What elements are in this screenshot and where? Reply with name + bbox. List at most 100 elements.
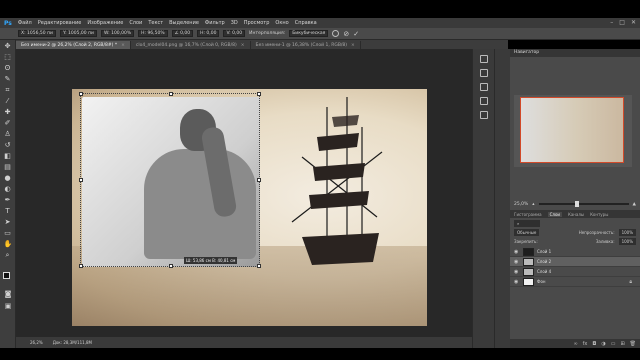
tab-document-3[interactable]: Без имени-1 @ 16,38% (Слой 1, RGB/8) × xyxy=(250,41,361,49)
warp-icon[interactable] xyxy=(332,30,340,37)
menu-image[interactable]: Изображение xyxy=(87,20,123,26)
minimize-icon[interactable]: – xyxy=(610,19,613,26)
layer-kind-filter[interactable]: ⌕ xyxy=(514,220,540,227)
menu-file[interactable]: Файл xyxy=(18,20,32,26)
opacity-field[interactable]: 100% xyxy=(618,229,636,236)
tab-channels[interactable]: Каналы xyxy=(568,212,584,217)
marquee-tool-icon[interactable]: ⬚ xyxy=(4,53,12,61)
height-field[interactable]: H: 96,50% xyxy=(138,30,168,37)
zoom-slider[interactable] xyxy=(538,201,629,207)
adjustment-layer-icon[interactable]: ◑ xyxy=(601,341,605,347)
close-tab-icon[interactable]: × xyxy=(121,43,125,48)
menu-text[interactable]: Текст xyxy=(148,20,163,26)
zoom-slider-knob[interactable] xyxy=(574,201,579,207)
commit-transform-icon[interactable]: ✓ xyxy=(353,30,359,38)
transform-handle[interactable] xyxy=(257,178,261,182)
adjustments-panel-icon[interactable] xyxy=(479,83,488,91)
transform-handle[interactable] xyxy=(79,178,83,182)
lasso-tool-icon[interactable]: ʘ xyxy=(4,64,12,72)
hand-tool-icon[interactable]: ✋ xyxy=(4,240,13,248)
history-panel-icon[interactable] xyxy=(479,55,488,63)
zoom-value[interactable]: 25,0% xyxy=(514,202,528,207)
menu-window[interactable]: Окно xyxy=(275,20,288,26)
menu-select[interactable]: Выделение xyxy=(169,20,199,26)
healing-tool-icon[interactable]: ✚ xyxy=(4,108,12,116)
eye-icon[interactable]: ◉ xyxy=(514,269,520,275)
styles-panel-icon[interactable] xyxy=(479,97,488,105)
new-layer-icon[interactable]: ⊞ xyxy=(620,341,624,347)
menu-filter[interactable]: Фильтр xyxy=(205,20,225,26)
close-tab-icon[interactable]: × xyxy=(241,43,245,48)
add-mask-icon[interactable]: ◘ xyxy=(592,341,596,347)
y-field[interactable]: Y: 1005,00 пи xyxy=(59,30,97,37)
layer-row[interactable]: ◉ Фон 🔒︎ xyxy=(510,277,640,287)
pen-tool-icon[interactable]: ✒ xyxy=(4,196,12,204)
move-tool-icon[interactable]: ✥ xyxy=(4,42,12,50)
transform-handle[interactable] xyxy=(257,92,261,96)
zoom-out-icon[interactable]: ▴ xyxy=(532,202,534,207)
type-tool-icon[interactable]: T xyxy=(4,207,12,215)
blur-tool-icon[interactable]: ● xyxy=(4,174,12,182)
menu-edit[interactable]: Редактирование xyxy=(38,20,82,26)
tab-document-2[interactable]: clo4_model04.png @ 16,7% (Слой 0, RGB/8)… xyxy=(130,41,251,49)
crop-tool-icon[interactable]: ⌗ xyxy=(4,86,12,94)
menu-help[interactable]: Справка xyxy=(295,20,317,26)
angle-field[interactable]: ∠ 0,00 xyxy=(171,30,194,37)
transform-handle[interactable] xyxy=(169,264,173,268)
dodge-tool-icon[interactable]: ◐ xyxy=(4,185,12,193)
tab-paths[interactable]: Контуры xyxy=(590,212,608,217)
interpolation-select[interactable]: Бикубическая xyxy=(289,30,329,37)
quick-mask-icon[interactable]: ◙ xyxy=(4,290,12,298)
layer-row-selected[interactable]: ◉ Слой 2 xyxy=(510,257,640,267)
zoom-tool-icon[interactable]: ⌕ xyxy=(4,251,12,259)
transform-handle[interactable] xyxy=(257,264,261,268)
gradient-tool-icon[interactable]: ▤ xyxy=(4,163,12,171)
fill-field[interactable]: 100% xyxy=(618,238,636,245)
stamp-tool-icon[interactable]: ♙ xyxy=(4,130,12,138)
properties-panel-icon[interactable] xyxy=(479,69,488,77)
tab-histogram[interactable]: Гистограмма xyxy=(514,212,542,217)
cancel-transform-icon[interactable]: ⊘ xyxy=(343,30,349,38)
eyedropper-tool-icon[interactable]: ⁄ xyxy=(4,97,12,105)
path-select-tool-icon[interactable]: ➤ xyxy=(4,218,12,226)
shape-tool-icon[interactable]: ▭ xyxy=(4,229,12,237)
width-field[interactable]: W: 100,00% xyxy=(100,30,135,37)
navigator-header[interactable]: Навигатор xyxy=(510,49,640,57)
vskew-field[interactable]: V: 0,00 xyxy=(223,30,246,37)
status-zoom[interactable]: 26,2% xyxy=(30,340,43,345)
history-brush-tool-icon[interactable]: ↺ xyxy=(4,141,12,149)
navigator-view[interactable] xyxy=(514,95,632,167)
tab-document-1[interactable]: Без имени-2 @ 26,2% (Слой 2, RGB/8#) * × xyxy=(16,41,131,49)
menu-3d[interactable]: 3D xyxy=(231,20,238,26)
layer-row[interactable]: ◉ Слой 1 xyxy=(510,247,640,257)
brush-tool-icon[interactable]: ✐ xyxy=(4,119,12,127)
link-layers-icon[interactable]: ∞ xyxy=(573,341,577,347)
actions-panel-icon[interactable] xyxy=(479,111,488,119)
quick-select-tool-icon[interactable]: ✎ xyxy=(4,75,12,83)
hskew-field[interactable]: H: 0,00 xyxy=(197,30,220,37)
menu-layers[interactable]: Слои xyxy=(129,20,142,26)
eraser-tool-icon[interactable]: ◧ xyxy=(4,152,12,160)
zoom-in-icon[interactable]: ▲ xyxy=(633,202,636,207)
screen-mode-icon[interactable]: ▣ xyxy=(4,302,12,310)
close-icon[interactable]: ✕ xyxy=(631,19,636,26)
eye-icon[interactable]: ◉ xyxy=(514,259,520,265)
menu-view[interactable]: Просмотр xyxy=(244,20,270,26)
transform-handle[interactable] xyxy=(79,264,83,268)
layer-row[interactable]: ◉ Слой 4 xyxy=(510,267,640,277)
tab-layers[interactable]: Слои xyxy=(547,211,562,217)
color-swatches[interactable] xyxy=(3,272,13,282)
fx-icon[interactable]: fx xyxy=(583,341,588,347)
x-field[interactable]: X: 1056,50 пи xyxy=(18,30,56,37)
maximize-icon[interactable]: □ xyxy=(619,19,625,26)
canvas-workspace[interactable]: Ш: 53,86 см В: 40,81 см xyxy=(16,49,472,337)
eye-icon[interactable]: ◉ xyxy=(514,249,520,255)
transform-bounding-box[interactable] xyxy=(79,92,261,268)
foreground-color-swatch[interactable] xyxy=(3,272,10,279)
navigator-thumbnail[interactable] xyxy=(520,97,624,163)
transform-handle[interactable] xyxy=(169,92,173,96)
close-tab-icon[interactable]: × xyxy=(351,43,355,48)
eye-icon[interactable]: ◉ xyxy=(514,279,520,285)
transform-handle[interactable] xyxy=(79,92,83,96)
blend-mode-select[interactable]: Обычные xyxy=(514,229,540,236)
